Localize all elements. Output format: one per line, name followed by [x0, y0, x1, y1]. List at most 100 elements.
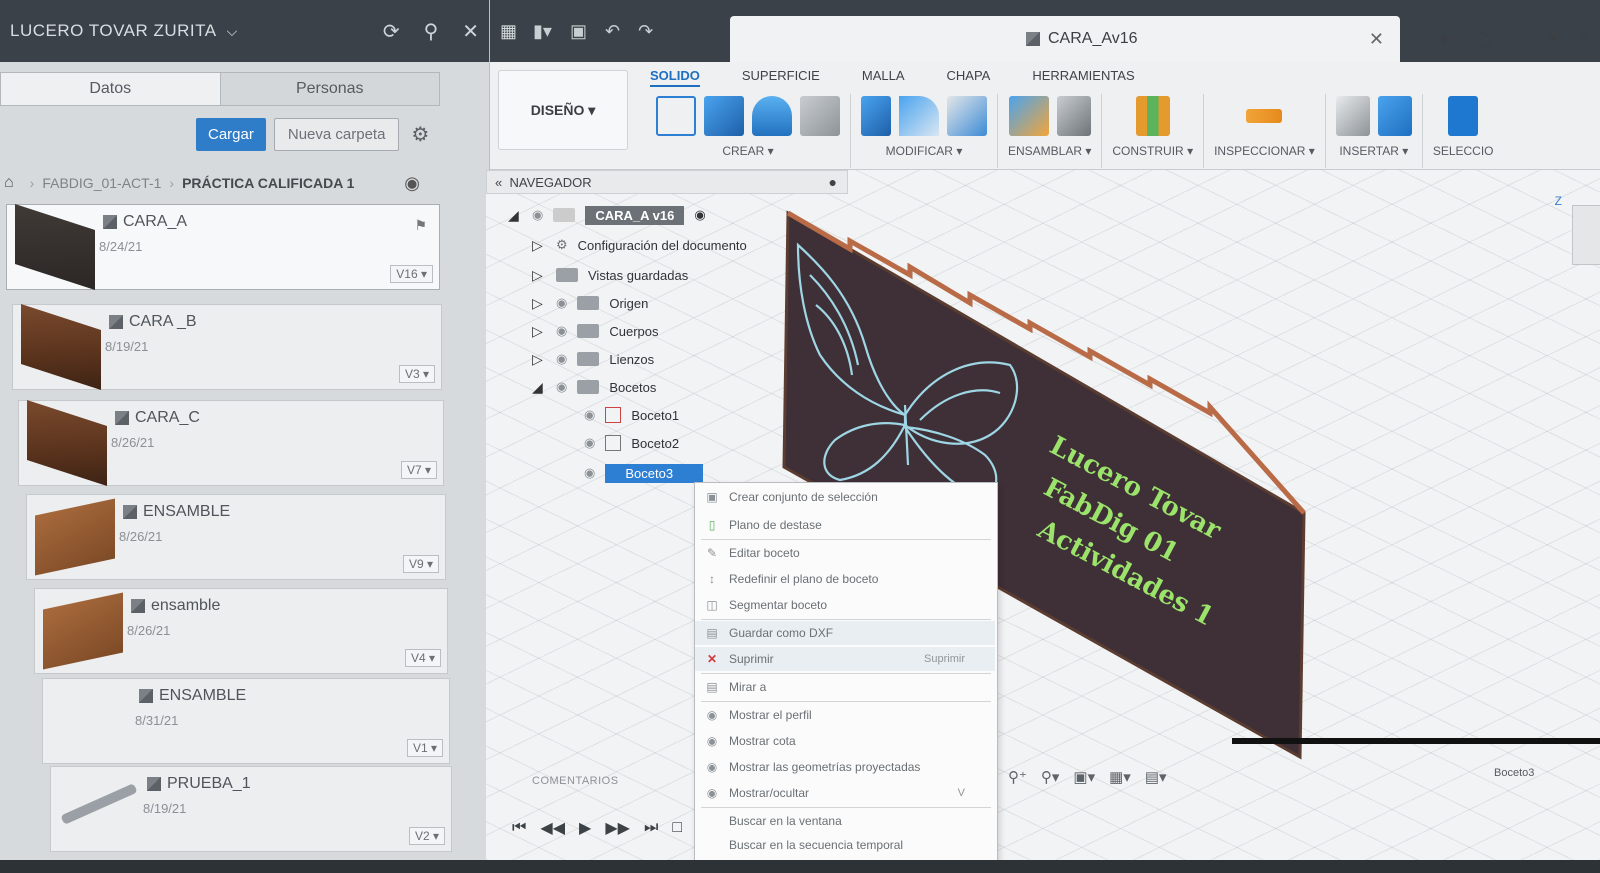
menu-item-show-dimension[interactable]: ◉ Mostrar cota	[695, 729, 995, 753]
nav-sketch-item-selected[interactable]: ◉ Boceto3	[584, 462, 704, 484]
shell-icon[interactable]	[947, 96, 987, 136]
navigator-header[interactable]: « NAVEGADOR ●	[486, 170, 848, 194]
nav-item[interactable]: ▷ ◉ Lienzos	[532, 348, 654, 370]
refresh-icon[interactable]: ⟳	[383, 19, 400, 44]
go-to-start-icon[interactable]: ⏮	[512, 819, 526, 837]
play-icon[interactable]: ▶	[579, 818, 591, 838]
expand-triangle-icon[interactable]: ▷	[532, 351, 546, 368]
eye-icon[interactable]: ◉	[584, 465, 595, 481]
expand-triangle-icon[interactable]: ▷	[532, 295, 546, 312]
insert-canvas-icon[interactable]	[1377, 96, 1412, 136]
globe-icon[interactable]: ◉	[404, 173, 420, 194]
step-back-icon[interactable]: ◀◀	[540, 818, 565, 838]
tab-solido[interactable]: SOLIDO	[650, 68, 700, 87]
nav-sketch-item[interactable]: ◉ Boceto2	[584, 432, 679, 454]
new-tab-icon[interactable]: ✚	[1438, 30, 1451, 50]
display-settings-icon[interactable]: ▣▾	[1073, 768, 1095, 786]
version-badge[interactable]: V4 ▾	[404, 649, 441, 667]
new-component-icon[interactable]	[1008, 96, 1049, 136]
group-label-insertar[interactable]: INSERTAR ▾	[1339, 144, 1408, 158]
create-sketch-icon[interactable]	[656, 96, 696, 136]
menu-item-find-in-timeline[interactable]: Buscar en la secuencia temporal	[695, 833, 995, 857]
flag-icon[interactable]: ⚑	[414, 217, 427, 234]
file-card[interactable]: ENSAMBLE 8/26/21 V9 ▾	[26, 494, 446, 580]
hole-icon[interactable]	[800, 96, 840, 136]
eye-icon[interactable]: ◉	[584, 407, 595, 423]
menu-item-show-profile[interactable]: ◉ Mostrar el perfil	[695, 703, 995, 727]
tab-malla[interactable]: MALLA	[862, 68, 905, 87]
viewports-icon[interactable]: ▤▾	[1145, 768, 1167, 786]
sketch-feature-icon[interactable]: □	[672, 819, 682, 837]
comments-panel-label[interactable]: COMENTARIOS	[532, 775, 619, 787]
gear-icon[interactable]: ⚙	[411, 122, 429, 147]
file-card[interactable]: CARA _B 8/19/21 V3 ▾	[12, 304, 442, 390]
insert-derive-icon[interactable]	[1335, 96, 1370, 136]
offset-plane-icon[interactable]	[1135, 96, 1170, 136]
navigator-options-icon[interactable]: ●	[829, 174, 837, 190]
collapse-triangle-icon[interactable]: ◢	[532, 379, 546, 396]
menu-item-find-in-window[interactable]: Buscar en la ventana	[695, 809, 995, 833]
close-tab-icon[interactable]: ✕	[1369, 29, 1384, 50]
file-card[interactable]: ensamble 8/26/21 V4 ▾	[34, 588, 448, 674]
menu-item-edit-sketch[interactable]: ✎ Editar boceto	[695, 541, 995, 565]
eye-icon[interactable]: ◉	[556, 379, 567, 395]
expand-triangle-icon[interactable]: ▷	[532, 267, 546, 284]
joint-icon[interactable]	[1056, 96, 1091, 136]
extrude-icon[interactable]	[704, 96, 744, 136]
search-icon[interactable]: ⚲	[424, 19, 439, 44]
redo-icon[interactable]: ↷	[638, 21, 653, 42]
expand-triangle-icon[interactable]: ▷	[532, 323, 546, 340]
eye-icon[interactable]: ◉	[556, 323, 567, 339]
eye-icon[interactable]: ◉	[532, 207, 543, 223]
measure-icon[interactable]	[1246, 109, 1283, 123]
nav-item[interactable]: ▷ ◉ Cuerpos	[532, 320, 658, 342]
extensions-icon[interactable]: ◯	[1473, 30, 1491, 50]
group-label-construir[interactable]: CONSTRUIR ▾	[1112, 144, 1193, 158]
activate-radio-icon[interactable]: ◉	[694, 207, 705, 223]
press-pull-icon[interactable]	[861, 96, 891, 136]
tab-superficie[interactable]: SUPERFICIE	[742, 68, 820, 87]
group-label-ensamblar[interactable]: ENSAMBLAR ▾	[1008, 144, 1091, 158]
zoom-window-icon[interactable]: ⚲⁺	[1008, 768, 1027, 786]
workspace-switcher[interactable]: DISEÑO ▾	[498, 70, 628, 150]
user-name[interactable]: LUCERO TOVAR ZURITA	[10, 21, 217, 41]
file-card[interactable]: CARA_A 8/24/21 ⚑ V16 ▾	[6, 204, 440, 290]
viewcube[interactable]	[1572, 205, 1600, 265]
eye-icon[interactable]: ◉	[556, 351, 567, 367]
version-badge[interactable]: V3 ▾	[398, 365, 435, 383]
file-card[interactable]: PRUEBA_1 8/19/21 V2 ▾	[50, 766, 452, 852]
save-icon[interactable]: ▣	[570, 21, 587, 42]
tab-personas[interactable]: Personas	[219, 73, 439, 105]
select-icon[interactable]	[1448, 96, 1479, 136]
eye-icon[interactable]: ◉	[556, 295, 567, 311]
menu-item-offset-plane[interactable]: ▯ Plano de destase	[695, 513, 995, 537]
menu-item-create-selection-set[interactable]: ▣ Crear conjunto de selección	[695, 485, 995, 509]
menu-item-show-hide[interactable]: ◉ Mostrar/ocultar V	[695, 781, 995, 805]
job-status-icon[interactable]: ◷	[1513, 30, 1527, 50]
group-label-inspeccionar[interactable]: INSPECCIONAR ▾	[1214, 144, 1315, 158]
group-label-seleccionar[interactable]: SELECCIO	[1433, 144, 1494, 158]
menu-item-redefine-plane[interactable]: ↕ Redefinir el plano de boceto	[695, 567, 995, 591]
breadcrumb-project[interactable]: FABDIG_01-ACT-1	[42, 175, 161, 191]
nav-sketch-item[interactable]: ◉ Boceto1	[584, 404, 679, 426]
new-folder-button[interactable]: Nueva carpeta	[273, 118, 400, 151]
collapse-icon[interactable]: «	[495, 175, 502, 190]
fillet-icon[interactable]	[899, 96, 939, 136]
tab-datos[interactable]: Datos	[1, 73, 220, 105]
close-icon[interactable]: ✕	[462, 19, 479, 44]
version-badge[interactable]: V16 ▾	[390, 265, 433, 283]
version-badge[interactable]: V2 ▾	[408, 827, 445, 845]
home-icon[interactable]: ⌂	[4, 174, 14, 192]
nav-item[interactable]: ◢ ◉ Bocetos	[532, 376, 656, 398]
group-label-modificar[interactable]: MODIFICAR ▾	[886, 144, 963, 158]
go-to-end-icon[interactable]: ⏭	[644, 819, 658, 837]
file-card[interactable]: CARA_C 8/26/21 V7 ▾	[18, 400, 444, 486]
undo-icon[interactable]: ↶	[605, 21, 620, 42]
nav-item[interactable]: ▷ ⚙ Configuración del documento	[532, 234, 747, 256]
expand-triangle-icon[interactable]: ▷	[532, 237, 546, 254]
tab-chapa[interactable]: CHAPA	[947, 68, 991, 87]
chevron-down-icon[interactable]: ⌵	[227, 23, 238, 40]
tab-herramientas[interactable]: HERRAMIENTAS	[1032, 68, 1134, 87]
version-badge[interactable]: V7 ▾	[400, 461, 437, 479]
document-tab[interactable]: CARA_Av16 ✕	[730, 16, 1400, 62]
